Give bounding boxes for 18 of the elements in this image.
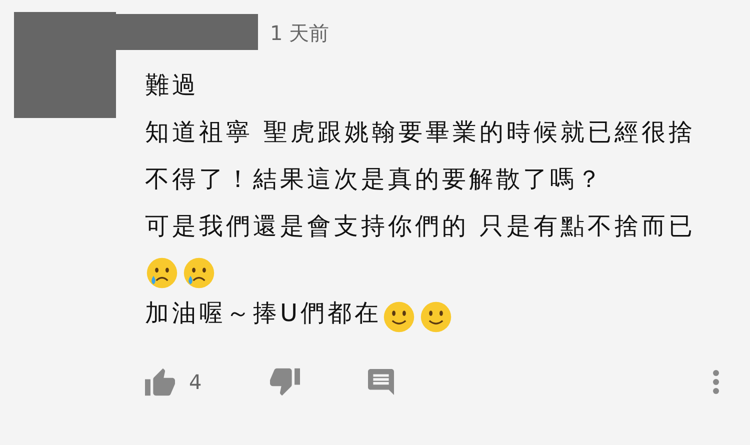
crying-face-icon: [145, 256, 179, 290]
comment-text: 知道祖寧 聖虎跟姚翰要畢業的時候就已經很捨不得了！結果這次是真的要解散了嗎？: [145, 117, 697, 195]
like-button[interactable]: [145, 367, 175, 397]
comment-text: 難過: [145, 70, 199, 101]
like-count: 4: [189, 370, 202, 394]
thumbs-up-icon: [145, 367, 175, 397]
more-icon: [712, 369, 720, 395]
comment-text: 加油喔～捧U們都在: [145, 298, 382, 329]
comment-time: 1 天前: [270, 20, 330, 46]
more-button[interactable]: [712, 369, 720, 395]
comment-text: 可是我們還是會支持你們的 只是有點不捨而已: [145, 211, 696, 242]
smiling-face-icon: [382, 300, 416, 334]
dislike-button[interactable]: [270, 367, 300, 397]
reply-button[interactable]: [368, 369, 394, 395]
comment-icon: [368, 369, 394, 395]
thumbs-down-icon: [270, 367, 300, 397]
smiling-face-icon: [418, 300, 453, 334]
crying-face-icon: [182, 256, 216, 290]
